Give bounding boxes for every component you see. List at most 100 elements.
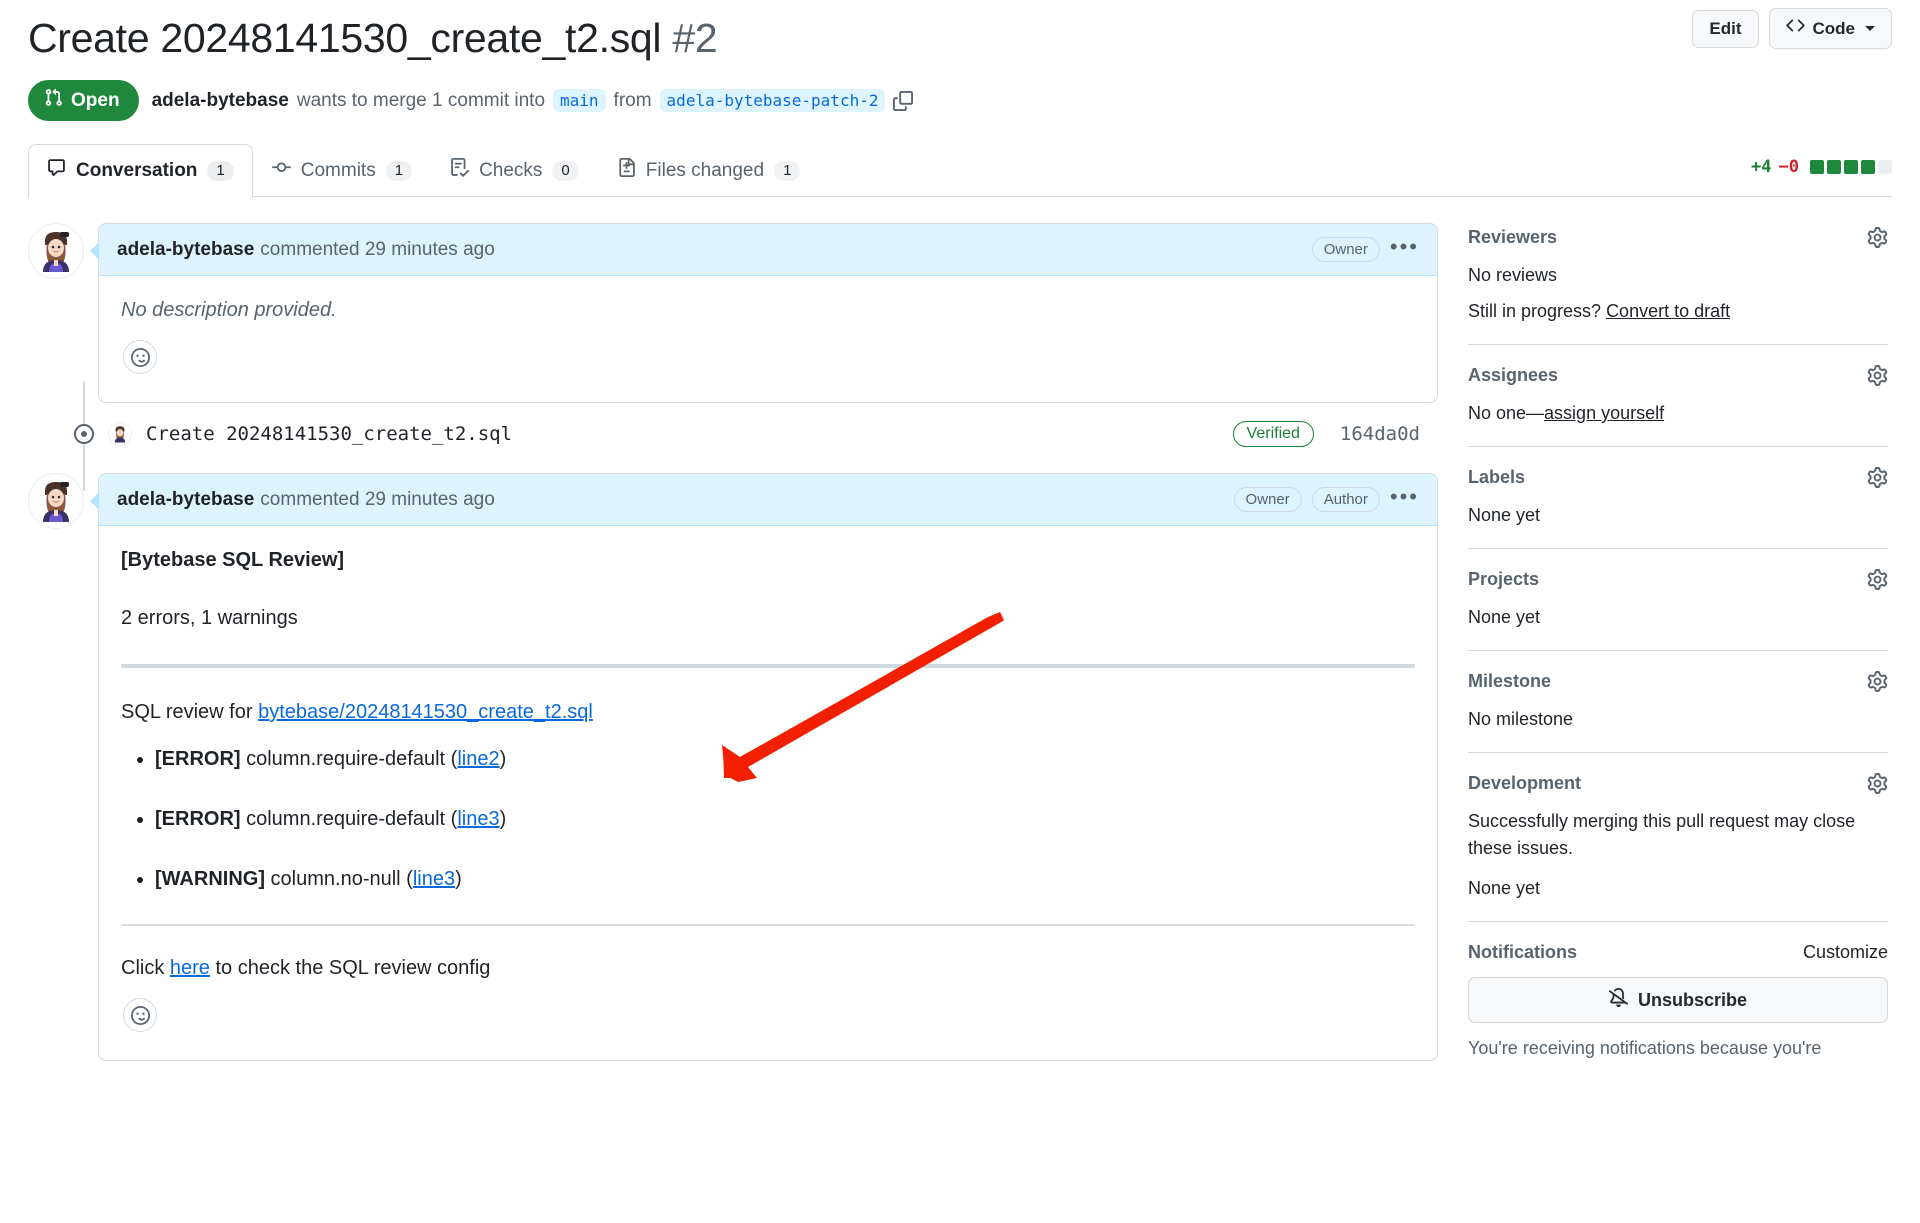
list-item: [WARNING] column.no-null (line3)	[155, 864, 1415, 894]
tab-conversation[interactable]: Conversation 1	[28, 144, 253, 198]
conversation-timeline: adela-bytebase commented 29 minutes ago …	[28, 223, 1438, 1100]
sidebar-milestone-header: Milestone	[1468, 670, 1888, 692]
comment-author[interactable]: adela-bytebase	[117, 239, 254, 261]
sidebar-assignees-body: No one—assign yourself	[1468, 400, 1888, 428]
commit-node-icon	[74, 424, 94, 445]
assignees-none-text: No one—	[1468, 402, 1545, 423]
review-file-link[interactable]: bytebase/20248141530_create_t2.sql	[258, 701, 593, 723]
sidebar-labels-header: Labels	[1468, 466, 1888, 488]
sidebar-projects-header: Projects	[1468, 568, 1888, 590]
sidebar-projects-body: None yet	[1468, 606, 1541, 627]
list-item: [ERROR] column.require-default (line3)	[155, 804, 1415, 834]
issue-rule: column.require-default	[246, 808, 446, 831]
sidebar-section-development: Development Successfully merging this pu…	[1468, 772, 1888, 923]
edit-button[interactable]: Edit	[1692, 9, 1759, 48]
convert-to-draft-row: Still in progress? Convert to draft	[1468, 298, 1888, 326]
comment-header: adela-bytebase commented 29 minutes ago …	[99, 224, 1437, 277]
tabs: Conversation 1 Commits 1 Checks 0 Files …	[28, 143, 1892, 198]
comment-menu-icon[interactable]: •••	[1390, 235, 1419, 259]
file-diff-icon	[617, 158, 636, 184]
sidebar-section-reviewers: Reviewers No reviews Still in progress? …	[1468, 227, 1888, 345]
tab-conversation-count: 1	[207, 161, 234, 182]
tab-checks-count: 0	[552, 161, 579, 182]
sidebar-projects-title: Projects	[1468, 568, 1540, 589]
merge-text: wants to merge 1 commit into	[296, 89, 546, 111]
comment-header-right: Owner •••	[1311, 235, 1419, 263]
gear-icon[interactable]	[1867, 466, 1888, 488]
review-for-prefix: SQL review for	[121, 701, 259, 724]
gear-icon[interactable]	[1867, 227, 1888, 249]
chevron-down-icon	[1865, 26, 1875, 32]
tab-conversation-label: Conversation	[76, 159, 198, 181]
sidebar-section-notifications: Notifications Customize Unsubscribe You'…	[1468, 942, 1888, 1080]
convert-to-draft-link[interactable]: Convert to draft	[1606, 301, 1730, 321]
tab-commits-label: Commits	[300, 159, 376, 181]
review-config-line: Click here to check the SQL review confi…	[121, 952, 1415, 984]
commit-icon	[271, 158, 291, 184]
review-file-line: SQL review for bytebase/20248141530_crea…	[121, 696, 1415, 728]
notifications-note: You're receiving notifications because y…	[1468, 1038, 1822, 1059]
diff-blocks	[1810, 160, 1892, 175]
comment-author[interactable]: adela-bytebase	[117, 489, 254, 511]
issue-line-link[interactable]: line2	[457, 748, 499, 770]
sidebar-assignees-header: Assignees	[1468, 364, 1888, 386]
commit-sha[interactable]: 164da0d	[1340, 423, 1420, 445]
pr-author-name: adela-bytebase	[151, 89, 289, 111]
pr-header: Create 20248141530_create_t2.sql #2 Edit…	[0, 0, 1920, 122]
tab-commits[interactable]: Commits 1	[253, 144, 431, 197]
verified-badge[interactable]: Verified	[1232, 421, 1314, 448]
code-button[interactable]: Code	[1768, 8, 1892, 50]
issue-rule: column.no-null	[270, 868, 401, 891]
code-brackets-icon	[1785, 16, 1805, 41]
commit-message[interactable]: Create 20248141530_create_t2.sql	[146, 423, 512, 445]
diff-block-on	[1827, 160, 1841, 175]
pr-title-text: Create 20248141530_create_t2.sql	[28, 15, 662, 61]
commit-author-avatar[interactable]	[108, 422, 132, 447]
review-title: [Bytebase SQL Review]	[121, 549, 345, 572]
status-badge: Open	[28, 80, 139, 122]
customize-link[interactable]: Customize	[1803, 942, 1888, 963]
tab-checks-label: Checks	[479, 159, 543, 181]
sidebar-labels-body: None yet	[1468, 504, 1541, 525]
diff-additions: +4	[1751, 157, 1772, 178]
page-title: Create 20248141530_create_t2.sql #2	[28, 14, 718, 62]
issue-severity: [ERROR]	[155, 808, 241, 831]
role-badge-author: Author	[1311, 487, 1380, 513]
sidebar-milestone-body: No milestone	[1468, 708, 1574, 729]
head-branch-chip[interactable]: adela-bytebase-patch-2	[659, 89, 886, 113]
sidebar-section-milestone: Milestone No milestone	[1468, 670, 1888, 753]
pull-request-icon	[44, 88, 63, 113]
config-suffix: to check the SQL review config	[209, 957, 491, 980]
diff-stat: +4 −0	[1751, 157, 1892, 177]
avatar[interactable]	[28, 473, 84, 530]
comment-body: [Bytebase SQL Review] 2 errors, 1 warnin…	[99, 526, 1437, 1060]
tab-files-changed[interactable]: Files changed 1	[598, 144, 820, 197]
tab-checks[interactable]: Checks 0	[431, 144, 598, 197]
issue-line-link[interactable]: line3	[413, 868, 455, 890]
pr-sidebar: Reviewers No reviews Still in progress? …	[1468, 223, 1888, 1100]
status-badge-label: Open	[71, 89, 120, 111]
role-badge-owner: Owner	[1311, 237, 1380, 263]
gear-icon[interactable]	[1867, 568, 1888, 590]
gear-icon[interactable]	[1867, 670, 1888, 692]
copy-icon[interactable]	[893, 90, 914, 111]
diff-block-off	[1878, 160, 1892, 175]
comment-timestamp: commented 29 minutes ago	[260, 488, 495, 510]
add-reaction-button[interactable]	[123, 340, 157, 375]
avatar[interactable]	[28, 223, 84, 280]
merge-description: adela-bytebase wants to merge 1 commit i…	[151, 89, 914, 113]
base-branch-chip[interactable]: main	[553, 89, 606, 113]
add-reaction-button[interactable]	[123, 998, 157, 1033]
comment-menu-icon[interactable]: •••	[1390, 485, 1419, 509]
gear-icon[interactable]	[1867, 772, 1888, 794]
title-row: Create 20248141530_create_t2.sql #2	[28, 14, 1892, 62]
assign-yourself-link[interactable]: assign yourself	[1544, 403, 1664, 423]
sidebar-notifications-title: Notifications	[1468, 942, 1578, 963]
issue-line-link[interactable]: line3	[457, 808, 499, 830]
divider	[121, 664, 1415, 669]
unsubscribe-button[interactable]: Unsubscribe	[1468, 977, 1888, 1024]
bell-slash-icon	[1608, 988, 1629, 1012]
gear-icon[interactable]	[1867, 364, 1888, 386]
tab-bar: Conversation 1 Commits 1 Checks 0 Files …	[0, 143, 1920, 198]
review-config-link[interactable]: here	[170, 957, 210, 979]
